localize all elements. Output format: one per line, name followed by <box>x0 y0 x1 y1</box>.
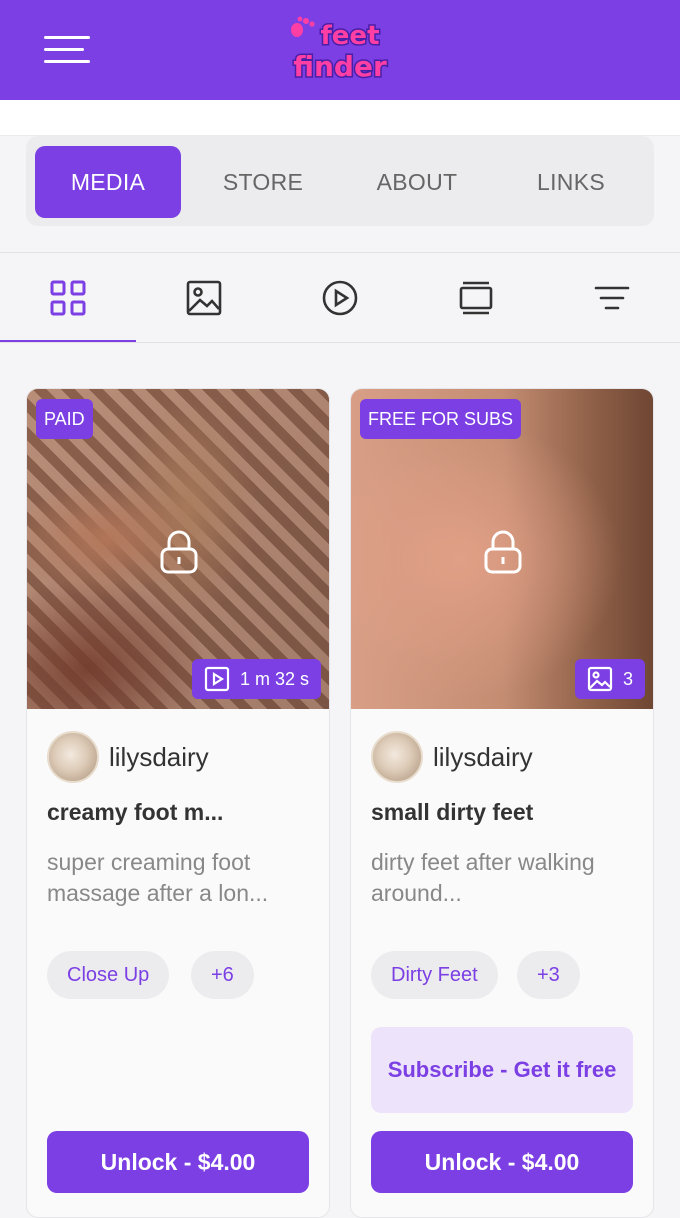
lock-icon <box>160 530 198 574</box>
filter-images[interactable] <box>136 253 272 343</box>
more-tags-chip[interactable]: +3 <box>517 951 580 999</box>
duration-text: 1 m 32 s <box>239 668 309 689</box>
media-filter-bar <box>0 253 680 343</box>
filter-all[interactable] <box>0 253 136 343</box>
divider <box>0 342 680 343</box>
image-icon <box>587 666 613 692</box>
paid-badge: PAID <box>36 399 93 439</box>
media-thumbnail[interactable]: FREE FOR SUBS 3 <box>351 389 653 709</box>
logo-text-finder: finder <box>293 50 387 83</box>
tab-about[interactable]: ABOUT <box>344 146 490 218</box>
author-row[interactable]: lilysdairy <box>371 731 533 783</box>
menu-icon[interactable] <box>44 36 92 64</box>
filter-icon <box>594 286 630 310</box>
image-count: 3 <box>574 659 645 699</box>
tag-chip[interactable]: Dirty Feet <box>371 951 498 999</box>
filter-videos[interactable] <box>272 253 408 343</box>
play-circle-icon <box>322 280 358 316</box>
media-card[interactable]: PAID 1 m 32 s lilysdairy creamy foot m..… <box>26 388 330 1218</box>
video-duration: 1 m 32 s <box>191 659 321 699</box>
media-thumbnail[interactable]: PAID 1 m 32 s <box>27 389 329 709</box>
image-count-text: 3 <box>622 668 633 689</box>
logo-text-feet: feet <box>320 21 379 51</box>
card-description: dirty feet after walking around... <box>371 849 595 906</box>
more-tags-chip[interactable]: +6 <box>191 951 254 999</box>
video-icon <box>204 666 230 692</box>
author-name[interactable]: lilysdairy <box>109 742 209 773</box>
author-name[interactable]: lilysdairy <box>433 742 533 773</box>
image-icon <box>186 280 222 316</box>
unlock-button[interactable]: Unlock - $4.00 <box>47 1131 309 1193</box>
top-header: feet finder <box>0 0 680 100</box>
gallery-icon <box>459 281 493 315</box>
media-card[interactable]: FREE FOR SUBS 3 lilysdairy small dirty f… <box>350 388 654 1218</box>
profile-tabs: MEDIA STORE ABOUT LINKS <box>26 136 654 226</box>
tag-chip[interactable]: Close Up <box>47 951 170 999</box>
card-description: super creaming foot massage after a lon.… <box>47 849 269 906</box>
lock-icon <box>484 530 522 574</box>
card-title: small dirty feet <box>371 799 534 825</box>
unlock-button[interactable]: Unlock - $4.00 <box>371 1131 633 1193</box>
subheader-strip <box>0 100 680 136</box>
grid-icon <box>50 280 86 316</box>
filter-galleries[interactable] <box>408 253 544 343</box>
free-for-subs-badge: FREE FOR SUBS <box>360 399 522 439</box>
filter-sort[interactable] <box>544 253 680 343</box>
feet-finder-logo[interactable]: feet finder <box>284 14 396 84</box>
subscribe-button[interactable]: Subscribe - Get it free <box>371 1027 633 1113</box>
avatar[interactable] <box>371 731 423 783</box>
tab-links[interactable]: LINKS <box>498 146 644 218</box>
avatar[interactable] <box>47 731 99 783</box>
card-title: creamy foot m... <box>47 799 224 825</box>
author-row[interactable]: lilysdairy <box>47 731 209 783</box>
tab-media[interactable]: MEDIA <box>35 146 181 218</box>
tab-store[interactable]: STORE <box>190 146 336 218</box>
